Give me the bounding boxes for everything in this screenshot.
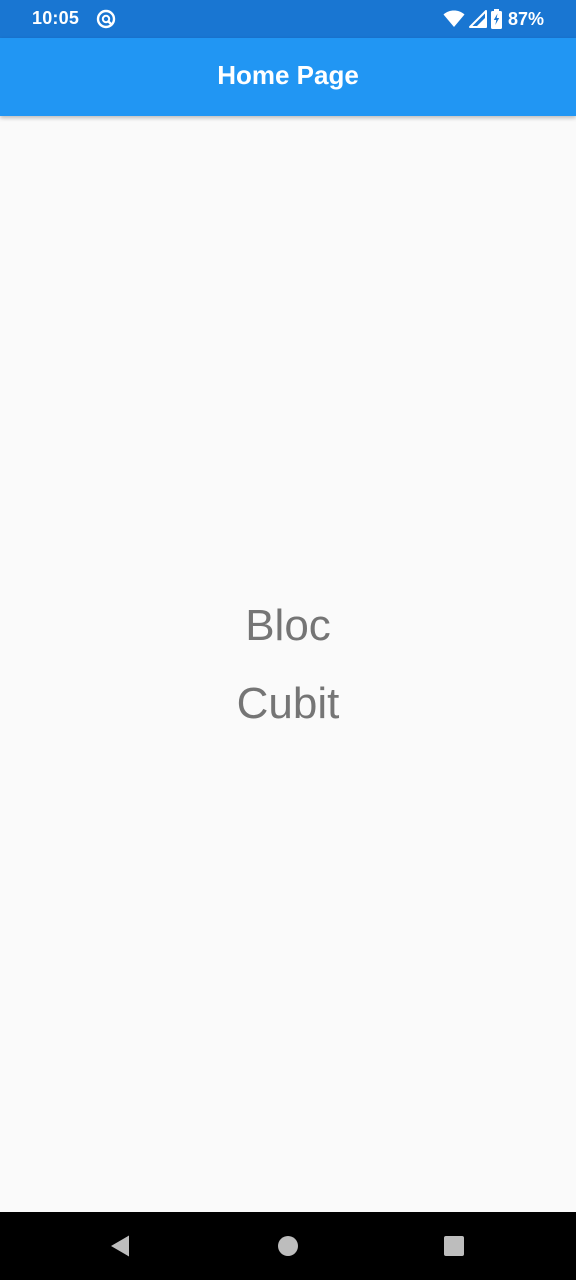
page-title: Home Page [217, 60, 359, 90]
bloc-text: Bloc [245, 601, 331, 650]
battery-charging-icon [490, 9, 502, 29]
navigation-bar [0, 1212, 576, 1280]
app-notification-icon [96, 9, 116, 29]
status-time: 10:05 [32, 8, 80, 28]
home-icon[interactable] [276, 1234, 300, 1258]
status-bar: 10:05 87% [0, 0, 576, 38]
wifi-icon [443, 10, 465, 28]
cellular-signal-icon [468, 10, 487, 28]
battery-percentage: 87% [507, 8, 544, 29]
status-right-group: 87% [443, 7, 544, 31]
screen: 10:05 87% Home Page Bloc Cubit [0, 0, 576, 1280]
app-bar: Home Page [0, 38, 576, 116]
recents-icon[interactable] [442, 1234, 466, 1258]
main-content: Bloc Cubit [0, 116, 576, 1212]
cubit-text: Cubit [236, 679, 340, 728]
back-icon[interactable] [108, 1234, 132, 1258]
